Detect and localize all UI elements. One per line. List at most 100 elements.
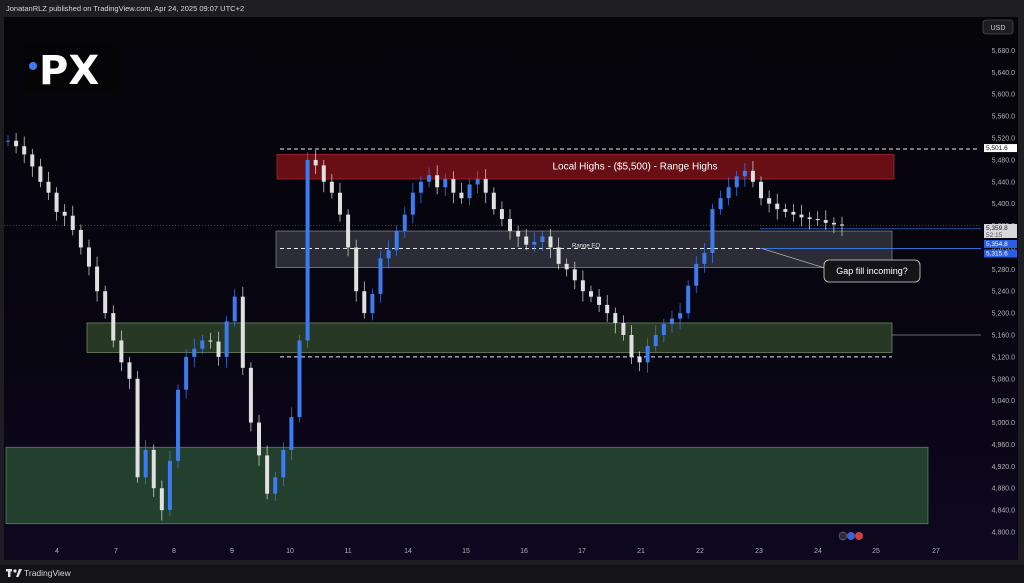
candle-body[interactable] (435, 175, 440, 188)
candle-body[interactable] (451, 179, 456, 193)
candle-body[interactable] (386, 250, 391, 259)
candle-body[interactable] (613, 313, 618, 323)
candle-body[interactable] (686, 285, 691, 314)
candle-body[interactable] (119, 340, 124, 363)
candle-body[interactable] (443, 179, 448, 188)
candle-body[interactable] (831, 222, 836, 225)
candle-body[interactable] (167, 460, 172, 511)
price-badge[interactable]: 5,315.6 (984, 249, 1017, 258)
candle-body[interactable] (516, 231, 521, 237)
candle-body[interactable] (807, 217, 812, 219)
candle-body[interactable] (62, 211, 67, 216)
candle-body[interactable] (159, 488, 164, 511)
candle-body[interactable] (289, 417, 294, 450)
candle-body[interactable] (645, 345, 650, 363)
candle-body[interactable] (111, 313, 116, 341)
candle-body[interactable] (629, 335, 634, 357)
candle-body[interactable] (661, 324, 666, 335)
candle-body[interactable] (556, 247, 561, 264)
candle-body[interactable] (305, 159, 310, 341)
candle-body[interactable] (30, 154, 35, 167)
candle-body[interactable] (22, 146, 27, 155)
candle-body[interactable] (734, 176, 739, 188)
candle-body[interactable] (216, 341, 221, 357)
candle-body[interactable] (702, 252, 707, 264)
candle-body[interactable] (491, 192, 496, 210)
candle-body[interactable] (248, 367, 253, 423)
candle-body[interactable] (313, 159, 318, 166)
candle-body[interactable] (410, 192, 415, 215)
support-zone[interactable] (86, 322, 893, 353)
price-badge[interactable]: 5,354.8 (984, 240, 1017, 248)
candle-body[interactable] (750, 170, 755, 182)
price-badge[interactable]: 5,359.852:15 (984, 224, 1017, 239)
candle-body[interactable] (346, 214, 351, 248)
candle-body[interactable] (759, 181, 764, 199)
candle-body[interactable] (637, 356, 642, 363)
candle-body[interactable] (265, 455, 270, 494)
candle-body[interactable] (467, 184, 472, 199)
candle-body[interactable] (54, 192, 59, 212)
candle-body[interactable] (151, 449, 156, 489)
range-eq-zone[interactable] (275, 230, 893, 268)
candle-body[interactable] (38, 166, 43, 182)
candle-body[interactable] (572, 269, 577, 281)
candle-body[interactable] (78, 229, 83, 248)
candle-body[interactable] (621, 322, 626, 335)
candle-body[interactable] (475, 179, 480, 185)
candle-body[interactable] (257, 422, 262, 456)
candle-body[interactable] (791, 211, 796, 215)
candle-body[interactable] (273, 477, 278, 494)
candle-body[interactable] (70, 215, 75, 230)
candle-body[interactable] (95, 266, 100, 292)
price-chart[interactable]: Local Highs - ($5,500) - Range Highs Rang… (0, 0, 1024, 583)
candle-body[interactable] (143, 449, 148, 478)
candle-body[interactable] (694, 263, 699, 286)
candle-body[interactable] (321, 165, 326, 182)
candle-body[interactable] (402, 214, 407, 232)
candle-body[interactable] (192, 348, 197, 357)
candle-body[interactable] (459, 192, 464, 199)
flag-badge-icon[interactable] (838, 531, 863, 541)
candle-body[interactable] (508, 218, 513, 232)
candle-body[interactable] (710, 209, 715, 253)
candle-body[interactable] (588, 291, 593, 297)
candle-body[interactable] (337, 192, 342, 215)
candle-body[interactable] (540, 236, 545, 242)
candle-body[interactable] (669, 318, 674, 325)
candle-body[interactable] (394, 231, 399, 251)
candle-body[interactable] (281, 449, 286, 478)
candle-body[interactable] (548, 236, 553, 248)
px-logo[interactable]: PX (24, 43, 118, 94)
candle-body[interactable] (742, 170, 747, 177)
candle-body[interactable] (799, 214, 804, 218)
candle-body[interactable] (370, 293, 375, 314)
candle-body[interactable] (200, 340, 205, 349)
candle-body[interactable] (127, 362, 132, 379)
tradingview-logo-icon[interactable] (6, 569, 22, 578)
candle-body[interactable] (224, 321, 229, 357)
candle-body[interactable] (775, 203, 780, 210)
candle-body[interactable] (783, 209, 788, 212)
candle-body[interactable] (605, 304, 610, 314)
candle-body[interactable] (240, 296, 245, 368)
candle-body[interactable] (6, 140, 10, 142)
candle-body[interactable] (135, 378, 140, 478)
candle-body[interactable] (103, 291, 108, 314)
candle-body[interactable] (718, 198, 723, 210)
candle-body[interactable] (597, 296, 602, 305)
candle-body[interactable] (176, 389, 181, 461)
tradingview-brand[interactable]: TradingView (24, 568, 71, 578)
candle-body[interactable] (678, 313, 683, 319)
candle-body[interactable] (580, 280, 585, 292)
candle-body[interactable] (499, 209, 504, 219)
candle-body[interactable] (184, 356, 189, 390)
candle-body[interactable] (653, 335, 658, 346)
candle-body[interactable] (726, 187, 731, 199)
candle-body[interactable] (362, 291, 367, 314)
candle-body[interactable] (483, 179, 488, 193)
candle-body[interactable] (354, 247, 359, 292)
candle-body[interactable] (208, 340, 213, 342)
candle-body[interactable] (532, 241, 537, 245)
candle-body[interactable] (524, 236, 529, 245)
